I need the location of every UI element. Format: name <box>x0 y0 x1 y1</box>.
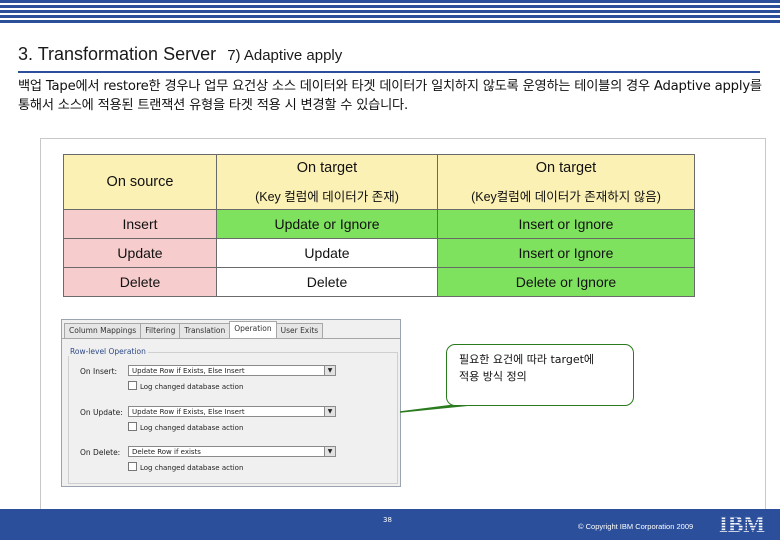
callout-line-1: 필요한 요건에 따라 target에 <box>459 353 595 366</box>
callout-line-2: 적용 방식 정의 <box>459 370 527 383</box>
callout-box: 필요한 요건에 따라 target에 적용 방식 정의 <box>446 344 634 406</box>
callout-connector <box>399 403 481 413</box>
ibm-logo: IBM <box>719 512 765 534</box>
copyright-text: © Copyright IBM Corporation 2009 <box>578 522 694 531</box>
svg-text:IBM: IBM <box>719 512 765 534</box>
page-number: 38 <box>383 516 392 524</box>
